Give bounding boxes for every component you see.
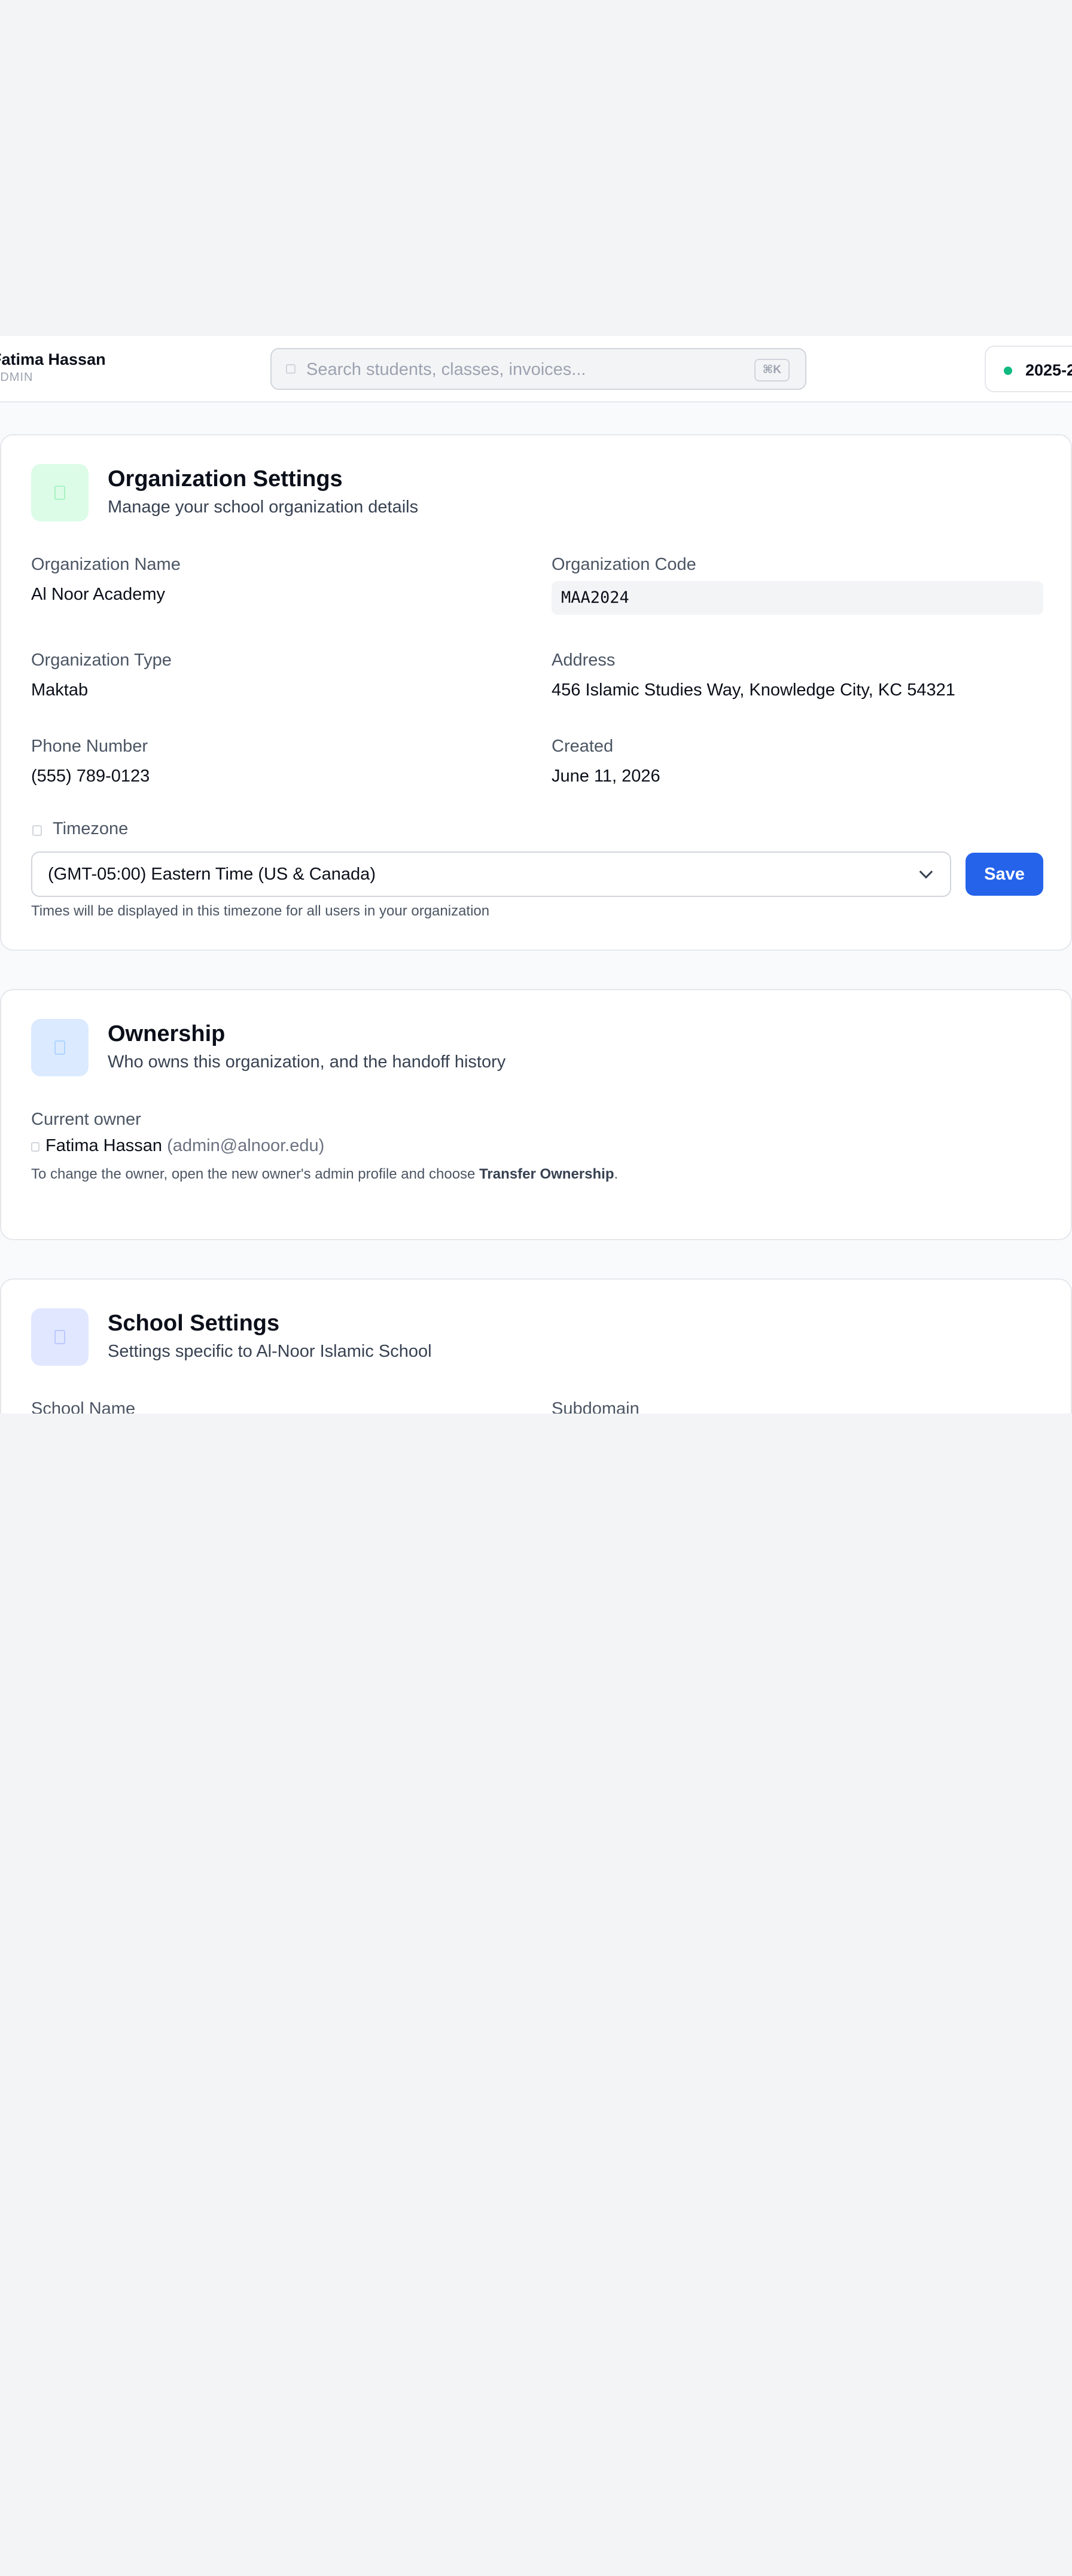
globe-icon	[32, 825, 42, 836]
timezone-select[interactable]: (GMT-05:00) Eastern Time (US & Canada)	[31, 851, 951, 897]
crown-icon	[31, 1142, 39, 1152]
top-blank-area	[0, 0, 1072, 336]
school-card-icon-tile	[31, 1308, 89, 1366]
current-owner-label: Current owner	[31, 1110, 141, 1129]
organization-settings-card: Organization Settings Manage your school…	[0, 434, 1072, 951]
timezone-label: Timezone	[53, 819, 129, 838]
phone-value: (555) 789-0123	[31, 767, 150, 786]
search-icon	[286, 364, 296, 374]
created-label: Created	[552, 737, 614, 756]
ownership-card-subtitle: Who owns this organization, and the hand…	[108, 1052, 506, 1072]
ownership-card: Ownership Who owns this organization, an…	[0, 989, 1072, 1240]
ownership-help-prefix: To change the owner, open the new owner'…	[31, 1166, 480, 1182]
school-icon	[54, 1330, 65, 1344]
chevron-down-icon	[919, 865, 933, 879]
header-user-role: ADMIN	[0, 371, 34, 384]
org-type-value: Maktab	[31, 680, 89, 700]
search-shortcut-badge: ⌘K	[754, 359, 790, 381]
current-owner-row: Fatima Hassan (admin@alnoor.edu)	[31, 1136, 324, 1156]
ownership-card-title: Ownership	[108, 1021, 226, 1046]
org-name-value: Al Noor Academy	[31, 585, 166, 604]
created-value: June 11, 2026	[552, 767, 660, 786]
ownership-help-text: To change the owner, open the new owner'…	[31, 1166, 618, 1183]
transfer-ownership-term: Transfer Ownership	[479, 1166, 614, 1182]
user-icon	[54, 1040, 65, 1055]
timezone-selected-value: (GMT-05:00) Eastern Time (US & Canada)	[48, 865, 376, 884]
top-header: Fatima Hassan ADMIN ⌘K 2025-2026	[0, 336, 1072, 402]
ownership-card-icon-tile	[31, 1019, 89, 1076]
school-card-subtitle: Settings specific to Al-Noor Islamic Sch…	[108, 1342, 432, 1361]
phone-label: Phone Number	[31, 737, 148, 756]
ownership-help-suffix: .	[614, 1166, 619, 1182]
school-settings-card: School Settings Settings specific to Al-…	[0, 1278, 1072, 1414]
org-type-label: Organization Type	[31, 651, 172, 670]
academic-year-label: 2025-2026	[1025, 361, 1072, 379]
search-input[interactable]	[306, 358, 713, 381]
header-user-name: Fatima Hassan	[0, 350, 106, 368]
timezone-help-text: Times will be displayed in this timezone…	[31, 903, 490, 919]
organization-card-icon-tile	[31, 464, 89, 521]
address-label: Address	[552, 651, 616, 670]
subdomain-label: Subdomain	[552, 1399, 639, 1414]
org-code-value: MAA2024	[561, 588, 629, 607]
building-icon	[54, 486, 65, 500]
academic-year-selector[interactable]: 2025-2026	[985, 346, 1072, 392]
app-viewport: Fatima Hassan ADMIN ⌘K 2025-2026 Organiz…	[0, 0, 1072, 1414]
org-code-box: MAA2024	[552, 581, 1043, 615]
organization-card-title: Organization Settings	[108, 466, 343, 492]
status-dot-icon	[1004, 367, 1012, 375]
org-code-label: Organization Code	[552, 555, 696, 574]
owner-name: Fatima Hassan	[45, 1136, 163, 1155]
organization-card-subtitle: Manage your school organization details	[108, 498, 419, 517]
address-value: 456 Islamic Studies Way, Knowledge City,…	[552, 680, 955, 700]
org-name-label: Organization Name	[31, 555, 181, 574]
school-card-title: School Settings	[108, 1311, 280, 1336]
school-name-label: School Name	[31, 1399, 136, 1414]
global-search[interactable]: ⌘K	[270, 348, 806, 390]
save-timezone-button[interactable]: Save	[966, 853, 1043, 896]
owner-email: (admin@alnoor.edu)	[167, 1136, 325, 1155]
